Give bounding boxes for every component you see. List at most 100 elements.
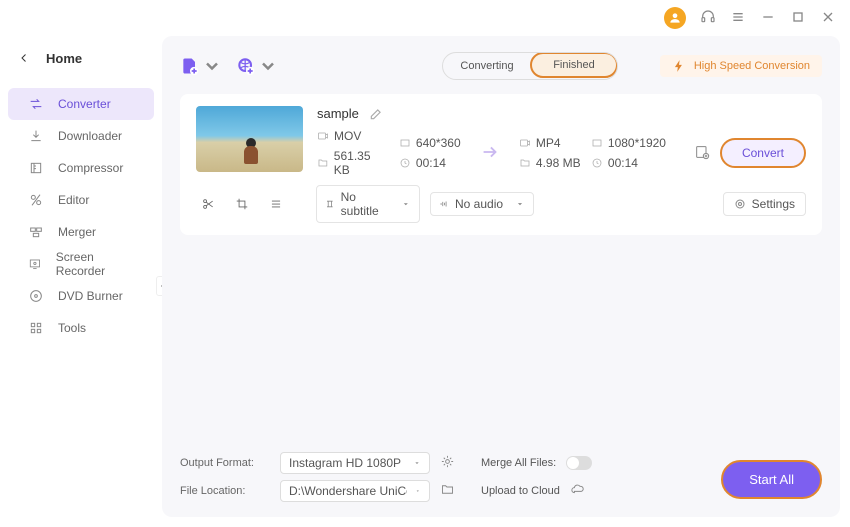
maximize-button[interactable] [790,9,806,28]
nav-label: Merger [58,225,96,239]
resolution-icon [399,137,411,149]
editor-icon [28,192,44,208]
add-file-icon [180,56,200,76]
resolution-icon [591,137,603,149]
arrow-icon [479,141,501,166]
edit-icon[interactable] [369,107,383,121]
nav-label: Downloader [58,129,122,143]
add-file-button[interactable] [180,56,222,76]
content-area: Converting Finished High Speed Conversio… [162,36,840,517]
hsc-label: High Speed Conversion [694,60,810,72]
sidebar-item-converter[interactable]: Converter [8,88,154,120]
dst-dur: 00:14 [591,156,666,170]
user-avatar[interactable] [664,7,686,29]
open-folder-button[interactable] [440,482,455,500]
minimize-button[interactable] [760,9,776,28]
crop-button[interactable] [230,192,254,216]
src-format: MOV [317,129,389,143]
menu-icon[interactable] [730,9,746,28]
nav-label: Compressor [58,161,123,175]
tools-icon [28,320,44,336]
subtitle-icon [325,199,335,209]
merge-toggle[interactable] [566,456,592,470]
src-dur: 00:14 [399,156,461,170]
audio-icon [439,199,449,209]
add-url-button[interactable] [236,56,278,76]
thumbnail[interactable] [196,106,303,172]
sidebar-item-downloader[interactable]: Downloader [8,120,154,152]
merger-icon [28,224,44,240]
add-url-icon [236,56,256,76]
video-icon [317,130,329,142]
video-icon [519,137,531,149]
chevron-down-icon [515,199,525,209]
home-button[interactable]: Home [0,40,162,76]
folder-icon [317,157,329,169]
settings-label: Settings [752,197,795,211]
convert-button[interactable]: Convert [720,138,806,168]
file-name: sample [317,106,359,121]
folder-icon [519,157,531,169]
crop-icon [235,197,249,211]
src-size: 561.35 KB [317,149,389,177]
audio-dropdown[interactable]: No audio [430,192,534,216]
dst-format: MP4 [519,136,581,150]
download-icon [28,128,44,144]
dst-size: 4.98 MB [519,156,581,170]
close-button[interactable] [820,9,836,28]
high-speed-toggle[interactable]: High Speed Conversion [660,55,822,77]
nav-label: DVD Burner [58,289,123,303]
lightning-icon [672,59,686,73]
tab-converting[interactable]: Converting [443,53,531,79]
nav-label: Editor [58,193,89,207]
list-icon [269,197,283,211]
sidebar: Home Converter Downloader Compressor Edi… [0,36,162,527]
subtitle-value: No subtitle [341,190,396,218]
sidebar-item-compressor[interactable]: Compressor [8,152,154,184]
start-all-button[interactable]: Start All [721,460,822,499]
file-location-dropdown[interactable]: D:\Wondershare UniConverter 1 [280,480,430,502]
clock-icon [591,157,603,169]
file-card: sample MOV 561.35 KB 640*360 00:14 MP4 4… [180,94,822,235]
trim-button[interactable] [196,192,220,216]
sidebar-item-editor[interactable]: Editor [8,184,154,216]
cloud-upload-button[interactable] [570,482,585,500]
audio-value: No audio [455,197,503,211]
output-format-label: Output Format: [180,457,270,469]
upload-label: Upload to Cloud [481,485,560,497]
chevron-down-icon [258,56,278,76]
sidebar-item-screen-recorder[interactable]: Screen Recorder [8,248,154,280]
src-res: 640*360 [399,136,461,150]
sidebar-item-dvd-burner[interactable]: DVD Burner [8,280,154,312]
chevron-down-icon [401,199,411,209]
sidebar-item-tools[interactable]: Tools [8,312,154,344]
home-label: Home [46,51,82,66]
dvd-icon [28,288,44,304]
nav-label: Tools [58,321,86,335]
nav-label: Converter [58,97,111,111]
merge-label: Merge All Files: [481,457,556,469]
recorder-icon [28,256,42,272]
sidebar-item-merger[interactable]: Merger [8,216,154,248]
status-tabs: Converting Finished [442,52,618,80]
settings-button[interactable]: Settings [723,192,806,216]
tab-finished[interactable]: Finished [530,52,618,78]
dst-res: 1080*1920 [591,136,666,150]
file-location-label: File Location: [180,485,270,497]
output-settings-button[interactable] [440,454,455,472]
converter-icon [28,96,44,112]
nav-label: Screen Recorder [56,250,134,278]
gear-icon [734,198,746,210]
output-format-dropdown[interactable]: Instagram HD 1080P [280,452,430,474]
subtitle-dropdown[interactable]: No subtitle [316,185,420,223]
scissors-icon [201,197,215,211]
chevron-down-icon [413,459,421,467]
headset-icon[interactable] [700,9,716,28]
chevron-left-icon [18,52,30,64]
preset-button[interactable] [694,144,710,163]
compressor-icon [28,160,44,176]
effect-button[interactable] [264,192,288,216]
chevron-down-icon [202,56,222,76]
chevron-down-icon [415,487,421,495]
clock-icon [399,157,411,169]
